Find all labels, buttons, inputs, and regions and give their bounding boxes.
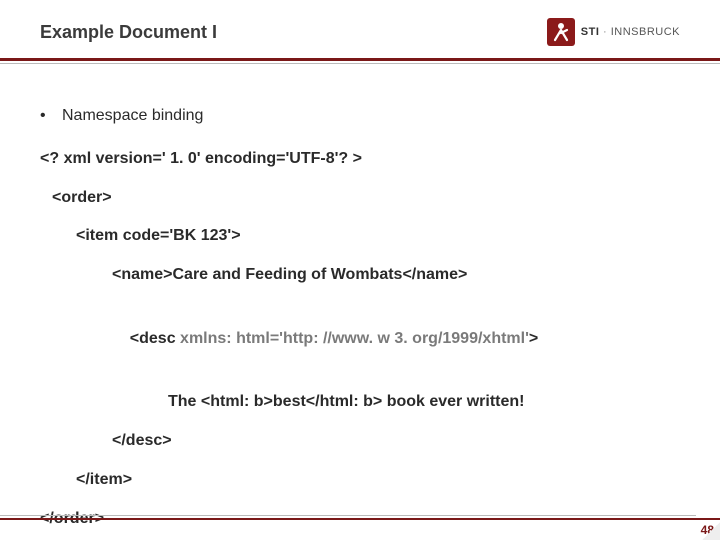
- logo-text: STI · INNSBRUCK: [581, 26, 680, 38]
- footer-thin-rule: [0, 515, 696, 516]
- code-namespace: xmlns: html='http: //www. w 3. org/1999/…: [180, 330, 529, 347]
- code-line: <desc xmlns: html='http: //www. w 3. org…: [40, 302, 680, 376]
- bullet-text: Namespace binding: [62, 104, 203, 129]
- bullet-item: • Namespace binding: [40, 104, 680, 129]
- logo-badge-icon: [547, 18, 575, 46]
- logo-sub: INNSBRUCK: [611, 26, 680, 38]
- logo-brand: STI: [581, 26, 600, 38]
- code-line: <? xml version=' 1. 0' encoding='UTF-8'?…: [40, 147, 680, 172]
- code-line: </item>: [40, 468, 680, 493]
- slide-footer: 48: [0, 510, 720, 540]
- code-line: <order>: [40, 186, 680, 211]
- code-line: </desc>: [40, 429, 680, 454]
- slide-title: Example Document I: [40, 22, 217, 43]
- code-line: <item code='BK 123'>: [40, 224, 680, 249]
- bullet-marker: •: [40, 104, 48, 129]
- code-frag: >: [529, 330, 538, 347]
- code-line: <name>Care and Feeding of Wombats</name>: [40, 263, 680, 288]
- header-rule: [0, 58, 720, 61]
- logo-sep: ·: [599, 26, 610, 38]
- code-line: The <html: b>best</html: b> book ever wr…: [40, 390, 680, 415]
- slide-body: • Namespace binding <? xml version=' 1. …: [0, 64, 720, 532]
- footer-rule: [0, 518, 720, 521]
- slide-header: Example Document I STI · INNSBRUCK: [0, 0, 720, 58]
- code-frag: <desc: [130, 330, 180, 347]
- logo: STI · INNSBRUCK: [547, 18, 680, 46]
- page-corner-icon: [702, 522, 720, 540]
